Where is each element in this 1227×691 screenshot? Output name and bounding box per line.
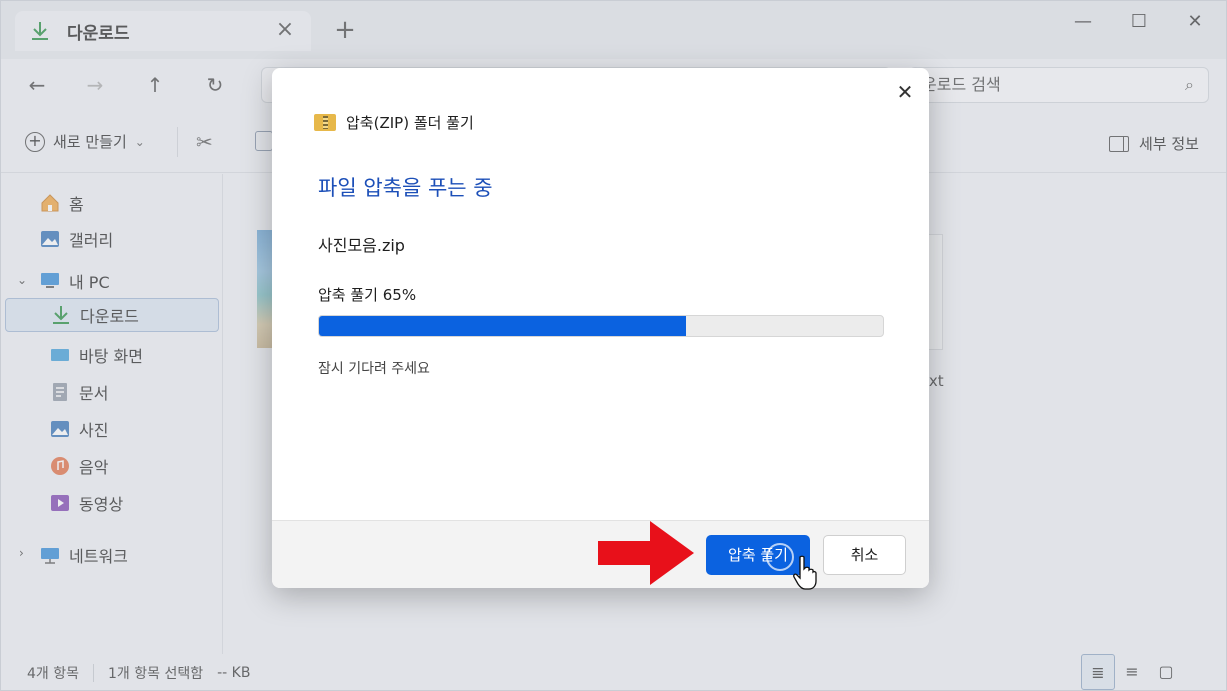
progress-label: 압축 풀기 65% <box>318 286 417 304</box>
dialog-title: 압축(ZIP) 폴더 풀기 <box>346 114 474 132</box>
dialog-heading: 파일 압축을 푸는 중 <box>318 176 493 200</box>
mouse-cursor-icon <box>793 555 817 590</box>
extract-zip-dialog: ✕ 압축(ZIP) 폴더 풀기 파일 압축을 푸는 중 사진모음.zip 압축 … <box>272 68 929 588</box>
progress-bar <box>318 315 884 337</box>
cancel-button[interactable]: 취소 <box>823 535 906 575</box>
dialog-title-bar: 압축(ZIP) 폴더 풀기 <box>314 112 474 133</box>
zip-folder-icon <box>314 114 336 131</box>
wait-message: 잠시 기다려 주세요 <box>318 361 430 377</box>
click-indicator <box>766 543 794 571</box>
cancel-button-label: 취소 <box>850 546 879 564</box>
red-arrow-annotation <box>598 521 694 585</box>
zip-file-name: 사진모음.zip <box>318 236 405 255</box>
dialog-close-icon[interactable]: ✕ <box>893 80 917 104</box>
progress-bar-fill <box>319 316 686 336</box>
